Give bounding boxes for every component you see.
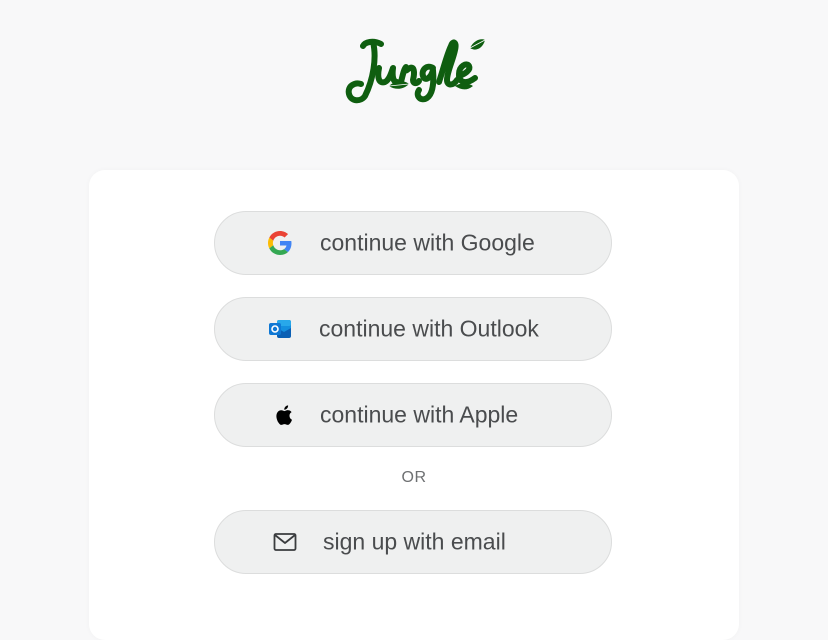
sign-up-with-email-button[interactable]: sign up with email <box>214 510 612 574</box>
email-button-label: sign up with email <box>323 528 506 555</box>
envelope-icon <box>273 533 297 551</box>
continue-with-apple-button[interactable]: continue with Apple <box>214 383 612 447</box>
apple-icon <box>276 405 292 425</box>
jungle-logo <box>343 28 488 108</box>
outlook-button-label: continue with Outlook <box>319 315 539 342</box>
apple-button-label: continue with Apple <box>320 401 519 428</box>
outlook-icon <box>269 320 291 338</box>
continue-with-outlook-button[interactable]: continue with Outlook <box>214 297 612 361</box>
continue-with-google-button[interactable]: continue with Google <box>214 211 612 275</box>
or-separator: OR <box>401 469 427 486</box>
google-icon <box>268 231 292 255</box>
google-button-label: continue with Google <box>320 229 535 256</box>
